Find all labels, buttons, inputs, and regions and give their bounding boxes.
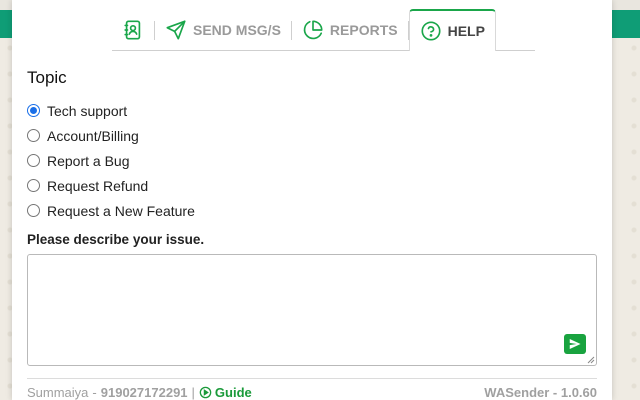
play-circle-icon xyxy=(199,386,212,399)
tab-reports-label: REPORTS xyxy=(329,21,398,38)
topic-option-report-bug[interactable]: Report a Bug xyxy=(27,148,597,173)
tab-reports[interactable]: REPORTS xyxy=(292,9,408,50)
tab-send-messages-label: SEND MSG/S xyxy=(193,21,281,38)
topic-heading: Topic xyxy=(27,68,67,87)
guide-link[interactable]: Guide xyxy=(199,385,252,400)
issue-textarea-container xyxy=(27,254,597,366)
topic-option-label: Report a Bug xyxy=(47,152,130,169)
radio-button[interactable] xyxy=(27,179,40,192)
radio-button[interactable] xyxy=(27,104,40,117)
tab-help[interactable]: HELP xyxy=(408,9,496,51)
footer-phone-number: 919027172291 xyxy=(100,385,188,400)
help-form: Topic Tech support Account/Billing Repor… xyxy=(27,68,597,366)
tab-contacts[interactable] xyxy=(112,9,154,50)
issue-textarea[interactable] xyxy=(28,255,596,365)
resize-grip-icon[interactable] xyxy=(587,356,595,364)
footer-pipe: | xyxy=(191,385,195,400)
topic-option-new-feature[interactable]: Request a New Feature xyxy=(27,198,597,223)
pie-chart-icon xyxy=(303,19,323,39)
send-icon xyxy=(166,19,186,40)
guide-label: Guide xyxy=(214,385,252,400)
send-issue-button[interactable] xyxy=(564,334,586,354)
extension-panel: SEND MSG/S REPORTS HELP Topic Tech suppo… xyxy=(12,0,612,400)
tab-help-label: HELP xyxy=(447,23,485,39)
topic-option-label: Request Refund xyxy=(47,177,149,194)
describe-issue-label: Please describe your issue. xyxy=(27,232,205,247)
help-circle-icon xyxy=(421,21,441,41)
tab-send-messages[interactable]: SEND MSG/S xyxy=(155,9,291,50)
footer-user-info: Summaiya - 919027172291 | Guide xyxy=(27,385,252,400)
radio-button[interactable] xyxy=(27,154,40,167)
topic-option-label: Account/Billing xyxy=(47,127,139,144)
radio-button[interactable] xyxy=(27,204,40,217)
topic-option-request-refund[interactable]: Request Refund xyxy=(27,173,597,198)
contacts-icon xyxy=(124,19,141,40)
footer: Summaiya - 919027172291 | Guide WASender… xyxy=(27,378,597,400)
tab-bar: SEND MSG/S REPORTS HELP xyxy=(112,9,535,51)
topic-option-tech-support[interactable]: Tech support xyxy=(27,98,597,123)
topic-option-label: Tech support xyxy=(47,102,128,119)
topic-option-label: Request a New Feature xyxy=(47,202,195,219)
footer-user-name: Summaiya xyxy=(27,385,89,400)
footer-dash: - xyxy=(92,385,97,400)
radio-button[interactable] xyxy=(27,129,40,142)
app-version: WASender - 1.0.60 xyxy=(484,385,597,400)
send-icon xyxy=(569,339,581,349)
topic-option-account-billing[interactable]: Account/Billing xyxy=(27,123,597,148)
